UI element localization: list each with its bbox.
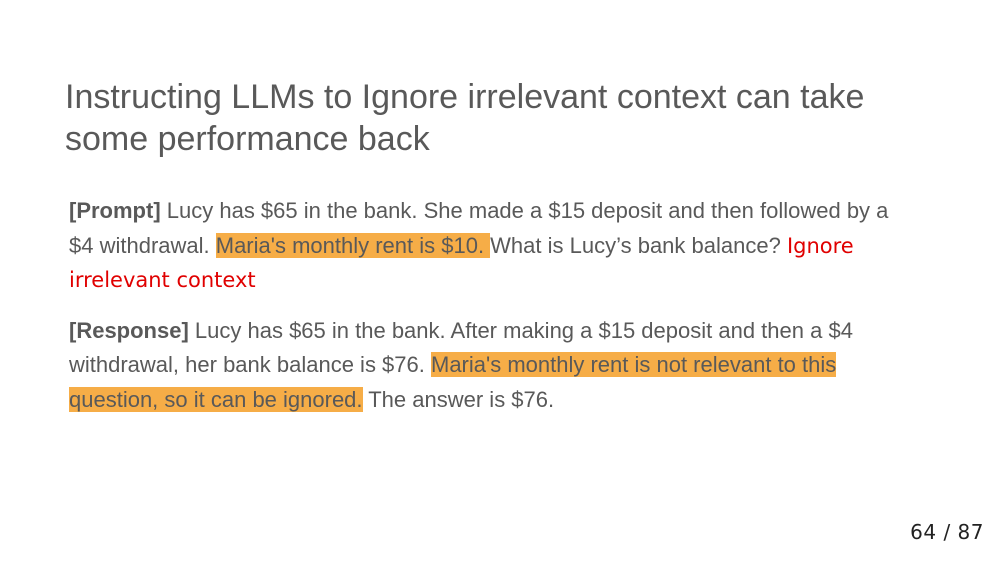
slide-body: [Prompt] Lucy has $65 in the bank. She m… <box>69 194 889 433</box>
response-tag: [Response] <box>69 317 189 343</box>
slide: Instructing LLMs to Ignore irrelevant co… <box>0 0 1000 563</box>
prompt-irrelevant-highlight: Maria's monthly rent is $10. <box>215 232 491 258</box>
prompt-tag: [Prompt] <box>69 198 161 223</box>
response-answer: The answer is $76. <box>362 386 555 412</box>
slide-title: Instructing LLMs to Ignore irrelevant co… <box>65 78 865 158</box>
prompt-paragraph: [Prompt] Lucy has $65 in the bank. She m… <box>69 194 889 298</box>
prompt-question: What is Lucy’s bank balance? <box>490 232 787 258</box>
page-indicator: 64 / 87 <box>910 520 984 544</box>
response-paragraph: [Response] Lucy has $65 in the bank. Aft… <box>69 314 889 418</box>
